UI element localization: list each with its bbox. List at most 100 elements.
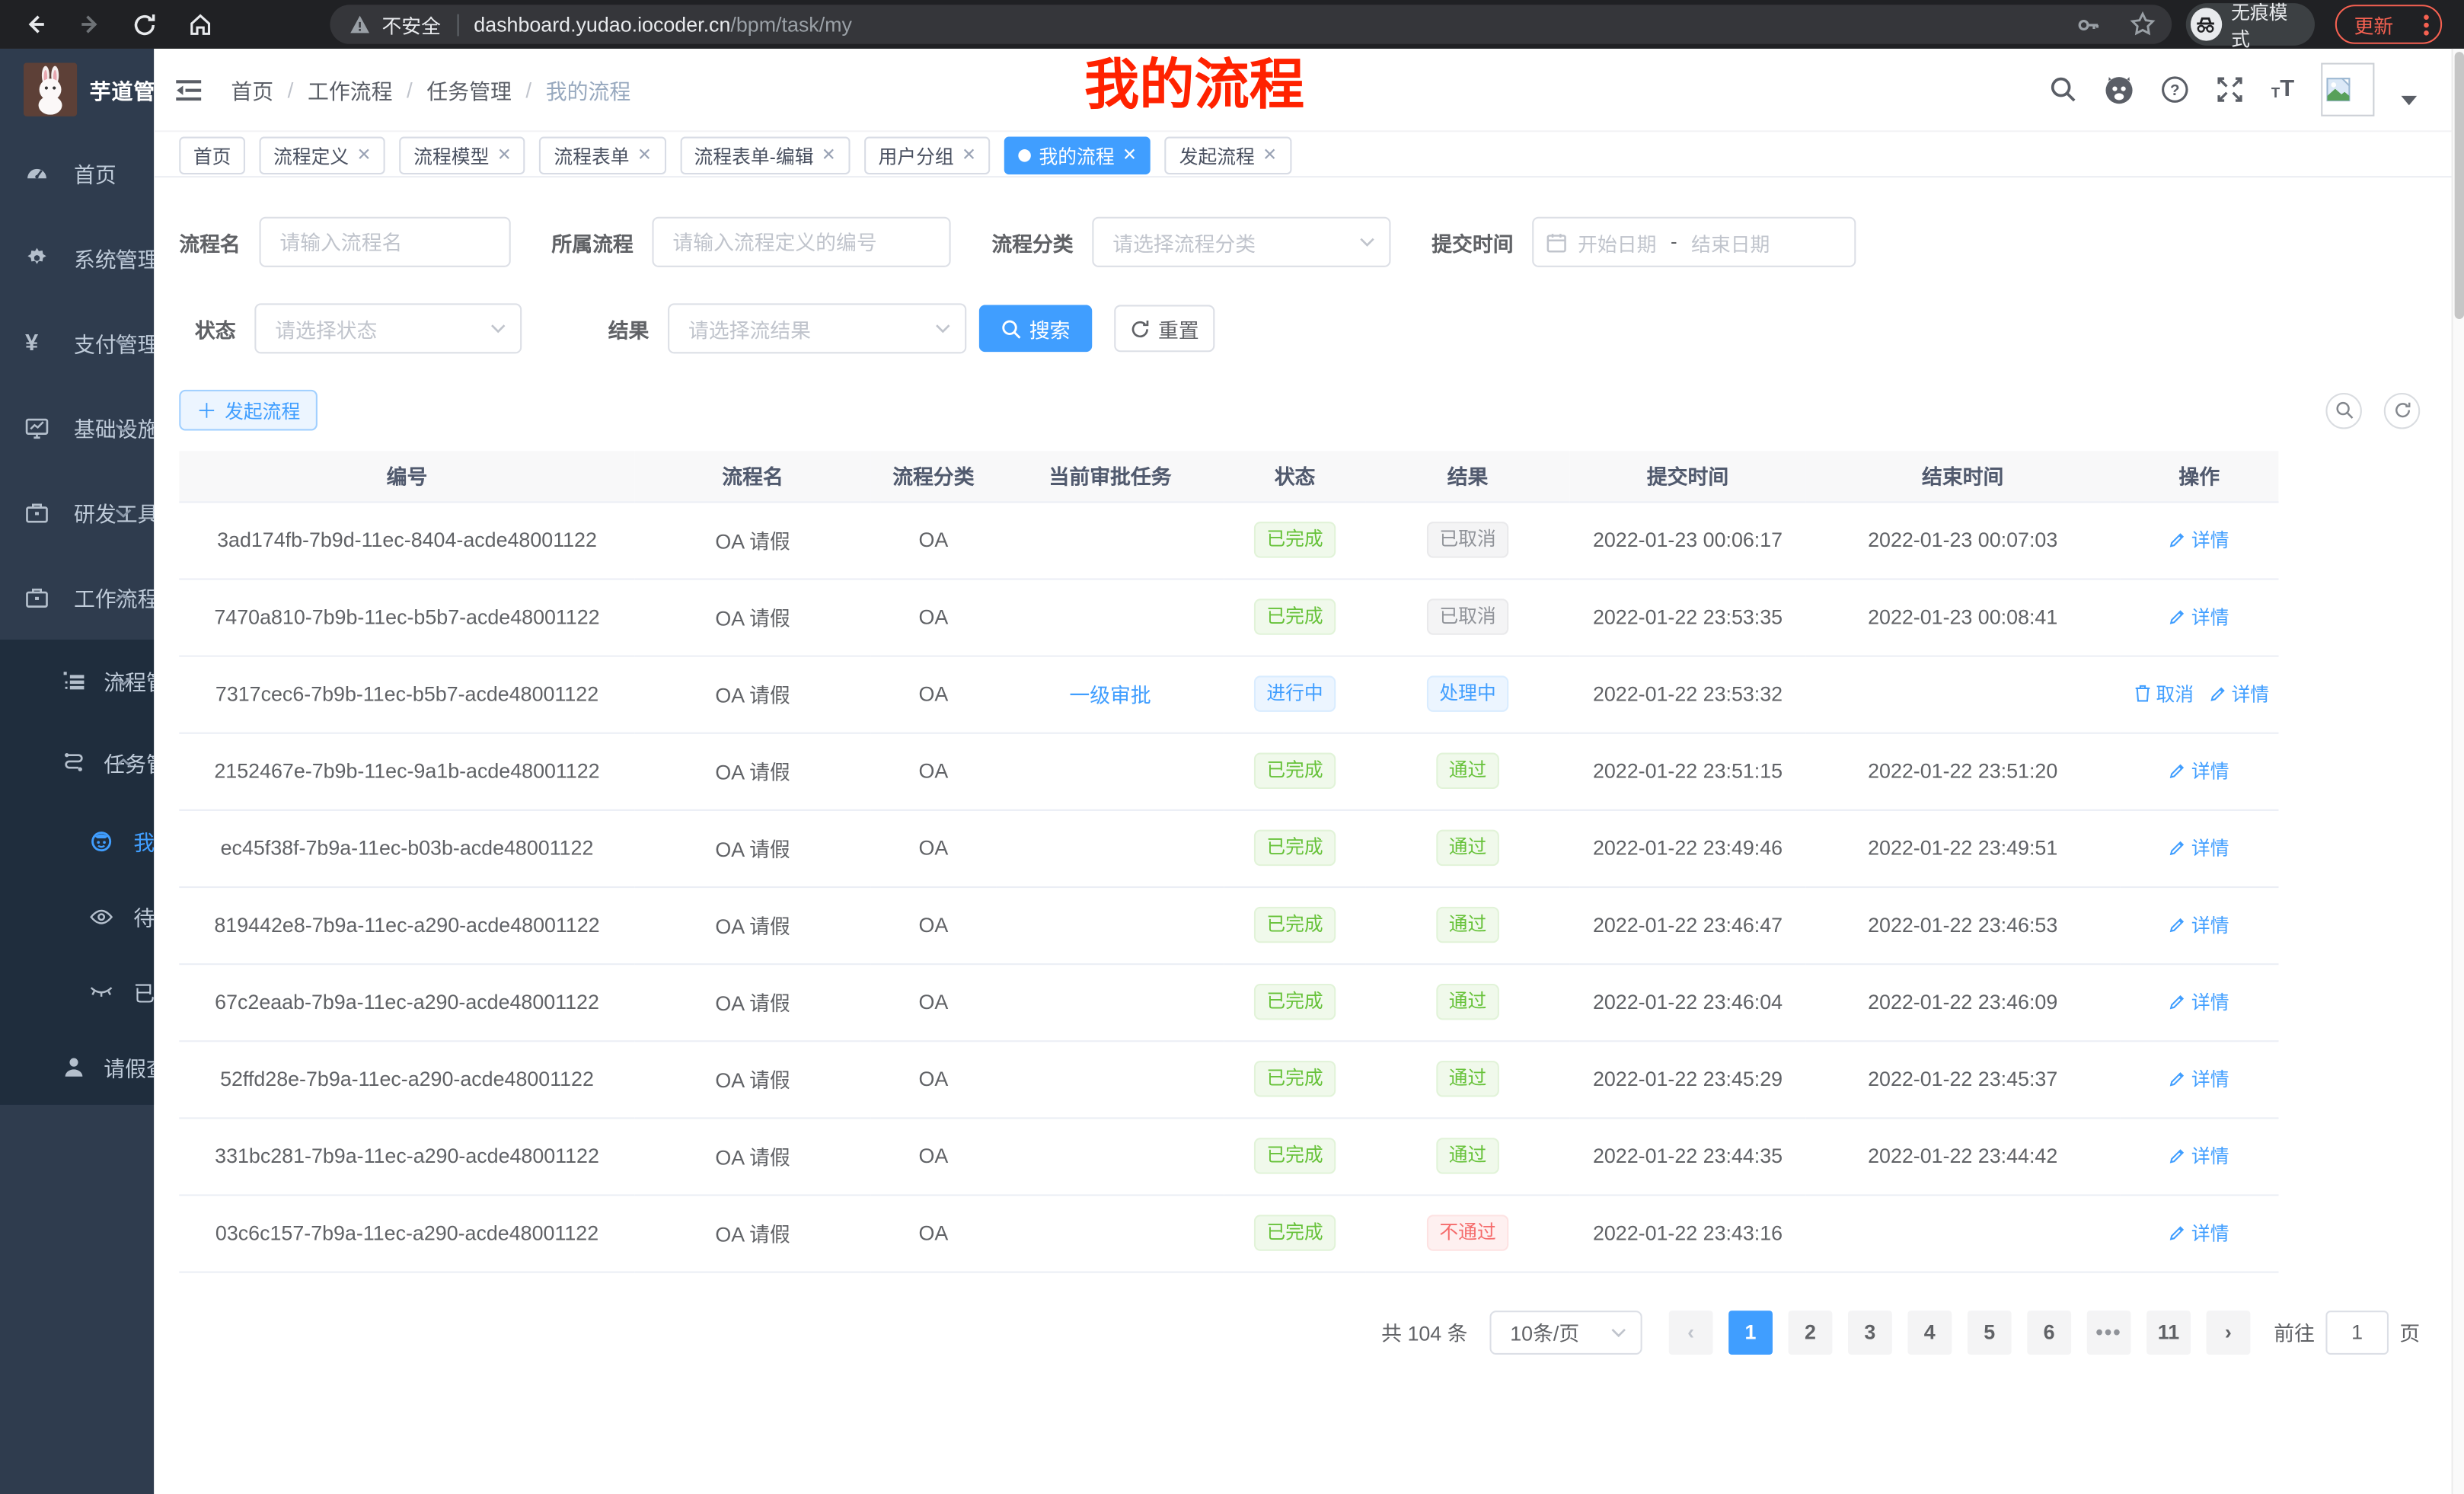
detail-link[interactable]: 详情 — [2210, 681, 2269, 707]
page-button-3[interactable]: 3 — [1848, 1310, 1892, 1354]
page-button-2[interactable]: 2 — [1789, 1310, 1833, 1354]
task-link[interactable]: 一级审批 — [1069, 684, 1151, 707]
edit-icon — [2169, 608, 2187, 626]
github-icon[interactable] — [2105, 75, 2134, 104]
detail-link[interactable]: 详情 — [2169, 835, 2229, 861]
close-icon[interactable]: ✕ — [497, 147, 512, 164]
detail-link[interactable]: 详情 — [2169, 1220, 2229, 1247]
tab-user-group[interactable]: 用户分组✕ — [864, 137, 991, 175]
home-button[interactable] — [179, 4, 220, 45]
page-button-6[interactable]: 6 — [2027, 1310, 2071, 1354]
scrollbar-track[interactable] — [2452, 49, 2464, 1494]
sidebar-item-my-process[interactable]: 我的流程 — [0, 803, 154, 879]
goto-page-input[interactable] — [2325, 1310, 2389, 1354]
chrome-menu-icon[interactable] — [2423, 14, 2429, 36]
search-icon[interactable] — [2050, 75, 2078, 104]
next-page-button[interactable]: › — [2207, 1310, 2251, 1354]
prev-page-button[interactable]: ‹ — [1669, 1310, 1713, 1354]
close-icon[interactable]: ✕ — [357, 147, 372, 164]
url-path: /bpm/task/my — [730, 13, 852, 37]
tab-start-process[interactable]: 发起流程✕ — [1165, 137, 1291, 175]
yen-icon: ¥ — [25, 329, 38, 356]
table-row: 819442e8-7b9a-11ec-a290-acde48001122 OA … — [179, 886, 2278, 963]
sidebar-item-infra[interactable]: 基础设施 — [0, 385, 154, 470]
category-select[interactable]: 请选择流程分类 — [1092, 217, 1390, 267]
process-definition-input[interactable] — [653, 217, 951, 267]
tab-process-definition[interactable]: 流程定义✕ — [260, 137, 386, 175]
search-button[interactable]: 搜索 — [979, 305, 1093, 352]
url-bar[interactable]: 不安全 dashboard.yudao.iocoder.cn/bpm/task/… — [330, 5, 2172, 44]
result-badge: 不通过 — [1427, 1215, 1508, 1250]
detail-link[interactable]: 详情 — [2169, 911, 2229, 938]
sidebar-item-home[interactable]: 首页 — [0, 130, 154, 215]
font-size-icon[interactable]: TT — [2271, 79, 2294, 101]
table-row: 7470a810-7b9b-11ec-b5b7-acde48001122 OA … — [179, 578, 2278, 655]
page-size-select[interactable]: 10条/页 — [1489, 1310, 1642, 1354]
forward-button[interactable] — [69, 4, 110, 45]
back-button[interactable] — [14, 4, 56, 45]
avatar[interactable] — [2321, 63, 2374, 117]
detail-link[interactable]: 详情 — [2169, 526, 2229, 553]
show-search-button[interactable] — [2325, 392, 2361, 428]
page-button-1[interactable]: 1 — [1728, 1310, 1773, 1354]
avatar-dropdown-caret[interactable] — [2401, 96, 2417, 105]
sidebar-item-task-mgmt[interactable]: 任务管理 — [0, 721, 154, 803]
reload-button[interactable] — [124, 4, 165, 45]
bookmark-star-icon[interactable] — [2129, 11, 2156, 37]
collapse-sidebar-icon[interactable] — [176, 78, 203, 101]
status-badge: 已完成 — [1254, 907, 1336, 943]
close-icon[interactable]: ✕ — [822, 147, 836, 164]
fullscreen-icon[interactable] — [2217, 75, 2245, 104]
sidebar-item-pay[interactable]: ¥ 支付管理 — [0, 300, 154, 385]
help-icon[interactable]: ? — [2161, 75, 2189, 104]
tab-my-process[interactable]: 我的流程✕ — [1004, 137, 1151, 175]
sidebar-item-todo-tasks[interactable]: 待办任务 — [0, 879, 154, 954]
incognito-icon — [2191, 8, 2222, 40]
detail-link[interactable]: 详情 — [2169, 988, 2229, 1015]
breadcrumb-home[interactable]: 首页 — [231, 74, 273, 105]
submit-time-range[interactable]: 开始日期 - 结束日期 — [1532, 217, 1856, 267]
sidebar-item-process-mgmt[interactable]: 流程管理 — [0, 640, 154, 721]
list-icon — [63, 670, 85, 691]
app-logo[interactable]: 芋道管理系统 — [0, 49, 154, 130]
result-badge: 处理中 — [1427, 675, 1508, 711]
refresh-list-button[interactable] — [2384, 392, 2420, 428]
more-pages-button[interactable]: ••• — [2087, 1310, 2131, 1354]
sidebar-item-done-tasks[interactable]: 已办任务 — [0, 954, 154, 1030]
sidebar-item-leave-query[interactable]: 请假查询 — [0, 1030, 154, 1105]
tab-home[interactable]: 首页 — [179, 137, 245, 175]
sidebar-item-workflow[interactable]: 工作流程 — [0, 555, 154, 640]
update-button[interactable]: 更新 — [2335, 5, 2442, 44]
page-button-4[interactable]: 4 — [1907, 1310, 1952, 1354]
close-icon[interactable]: ✕ — [637, 147, 652, 164]
close-icon[interactable]: ✕ — [1262, 147, 1277, 164]
status-badge: 已完成 — [1254, 753, 1336, 789]
sidebar-item-devtools[interactable]: 研发工具 — [0, 470, 154, 554]
chevron-up-icon — [115, 592, 132, 602]
start-process-button[interactable]: ＋ 发起流程 — [179, 390, 318, 431]
edit-icon — [2210, 685, 2227, 703]
status-select[interactable]: 请选择状态 — [254, 303, 522, 353]
detail-link[interactable]: 详情 — [2169, 603, 2229, 630]
detail-link[interactable]: 详情 — [2169, 1065, 2229, 1092]
main-header: 首页 / 工作流程 / 任务管理 / 我的流程 ? TT — [154, 49, 2464, 132]
cancel-link[interactable]: 取消 — [2134, 680, 2194, 707]
key-icon[interactable] — [2076, 11, 2101, 37]
category-label: 流程分类 — [991, 227, 1073, 257]
breadcrumb-task-mgmt[interactable]: 任务管理 — [426, 74, 511, 105]
sidebar-item-system[interactable]: 系统管理 — [0, 215, 154, 300]
tab-process-form-edit[interactable]: 流程表单-编辑✕ — [680, 137, 850, 175]
breadcrumb-workflow[interactable]: 工作流程 — [308, 74, 392, 105]
tab-process-form[interactable]: 流程表单✕ — [540, 137, 666, 175]
reset-button[interactable]: 重置 — [1114, 305, 1214, 352]
page-button-11[interactable]: 11 — [2146, 1310, 2191, 1354]
close-icon[interactable]: ✕ — [1122, 147, 1137, 164]
process-name-input[interactable] — [260, 217, 511, 267]
scrollbar-thumb[interactable] — [2455, 52, 2464, 319]
page-button-5[interactable]: 5 — [1968, 1310, 2012, 1354]
detail-link[interactable]: 详情 — [2169, 758, 2229, 784]
detail-link[interactable]: 详情 — [2169, 1142, 2229, 1169]
tab-process-model[interactable]: 流程模型✕ — [400, 137, 526, 175]
result-select[interactable]: 请选择流结果 — [668, 303, 966, 353]
close-icon[interactable]: ✕ — [962, 147, 976, 164]
